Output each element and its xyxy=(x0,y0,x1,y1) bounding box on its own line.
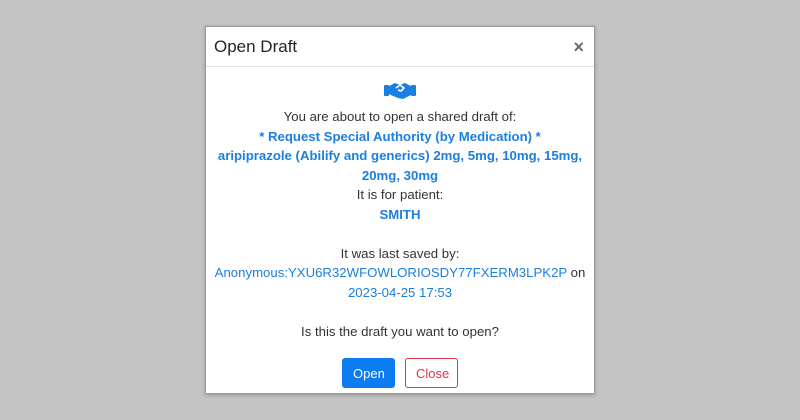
dialog-title: Open Draft xyxy=(214,36,298,56)
close-button[interactable]: Close xyxy=(405,358,458,388)
patient-name: SMITH xyxy=(379,206,421,222)
open-button[interactable]: Open xyxy=(342,358,395,388)
saved-info: Anonymous:YXU6R32WFOWLORIOSDY77FXERM3LPK… xyxy=(214,263,586,302)
open-draft-dialog: Open Draft × You are about to open a sha… xyxy=(205,26,595,394)
handshake-icon xyxy=(384,83,416,99)
dialog-header: Open Draft × xyxy=(206,27,594,67)
patient-label: It is for patient: xyxy=(356,187,444,202)
draft-medication: aripiprazole (Abilify and generics) 2mg,… xyxy=(217,148,583,183)
intro-text: You are about to open a shared draft of: xyxy=(283,109,517,124)
close-icon[interactable]: × xyxy=(573,38,584,56)
confirm-question: Is this the draft you want to open? xyxy=(301,323,499,339)
saved-on-text: on xyxy=(570,265,586,280)
dialog-actions: Open Close xyxy=(206,358,594,388)
saved-time: 2023-04-25 17:53 xyxy=(347,284,453,300)
dialog-body: You are about to open a shared draft of:… xyxy=(206,67,594,341)
draft-form-name: * Request Special Authority (by Medicati… xyxy=(259,128,541,144)
saved-user: Anonymous:YXU6R32WFOWLORIOSDY77FXERM3LPK… xyxy=(214,265,567,280)
saved-label: It was last saved by: xyxy=(340,245,460,261)
